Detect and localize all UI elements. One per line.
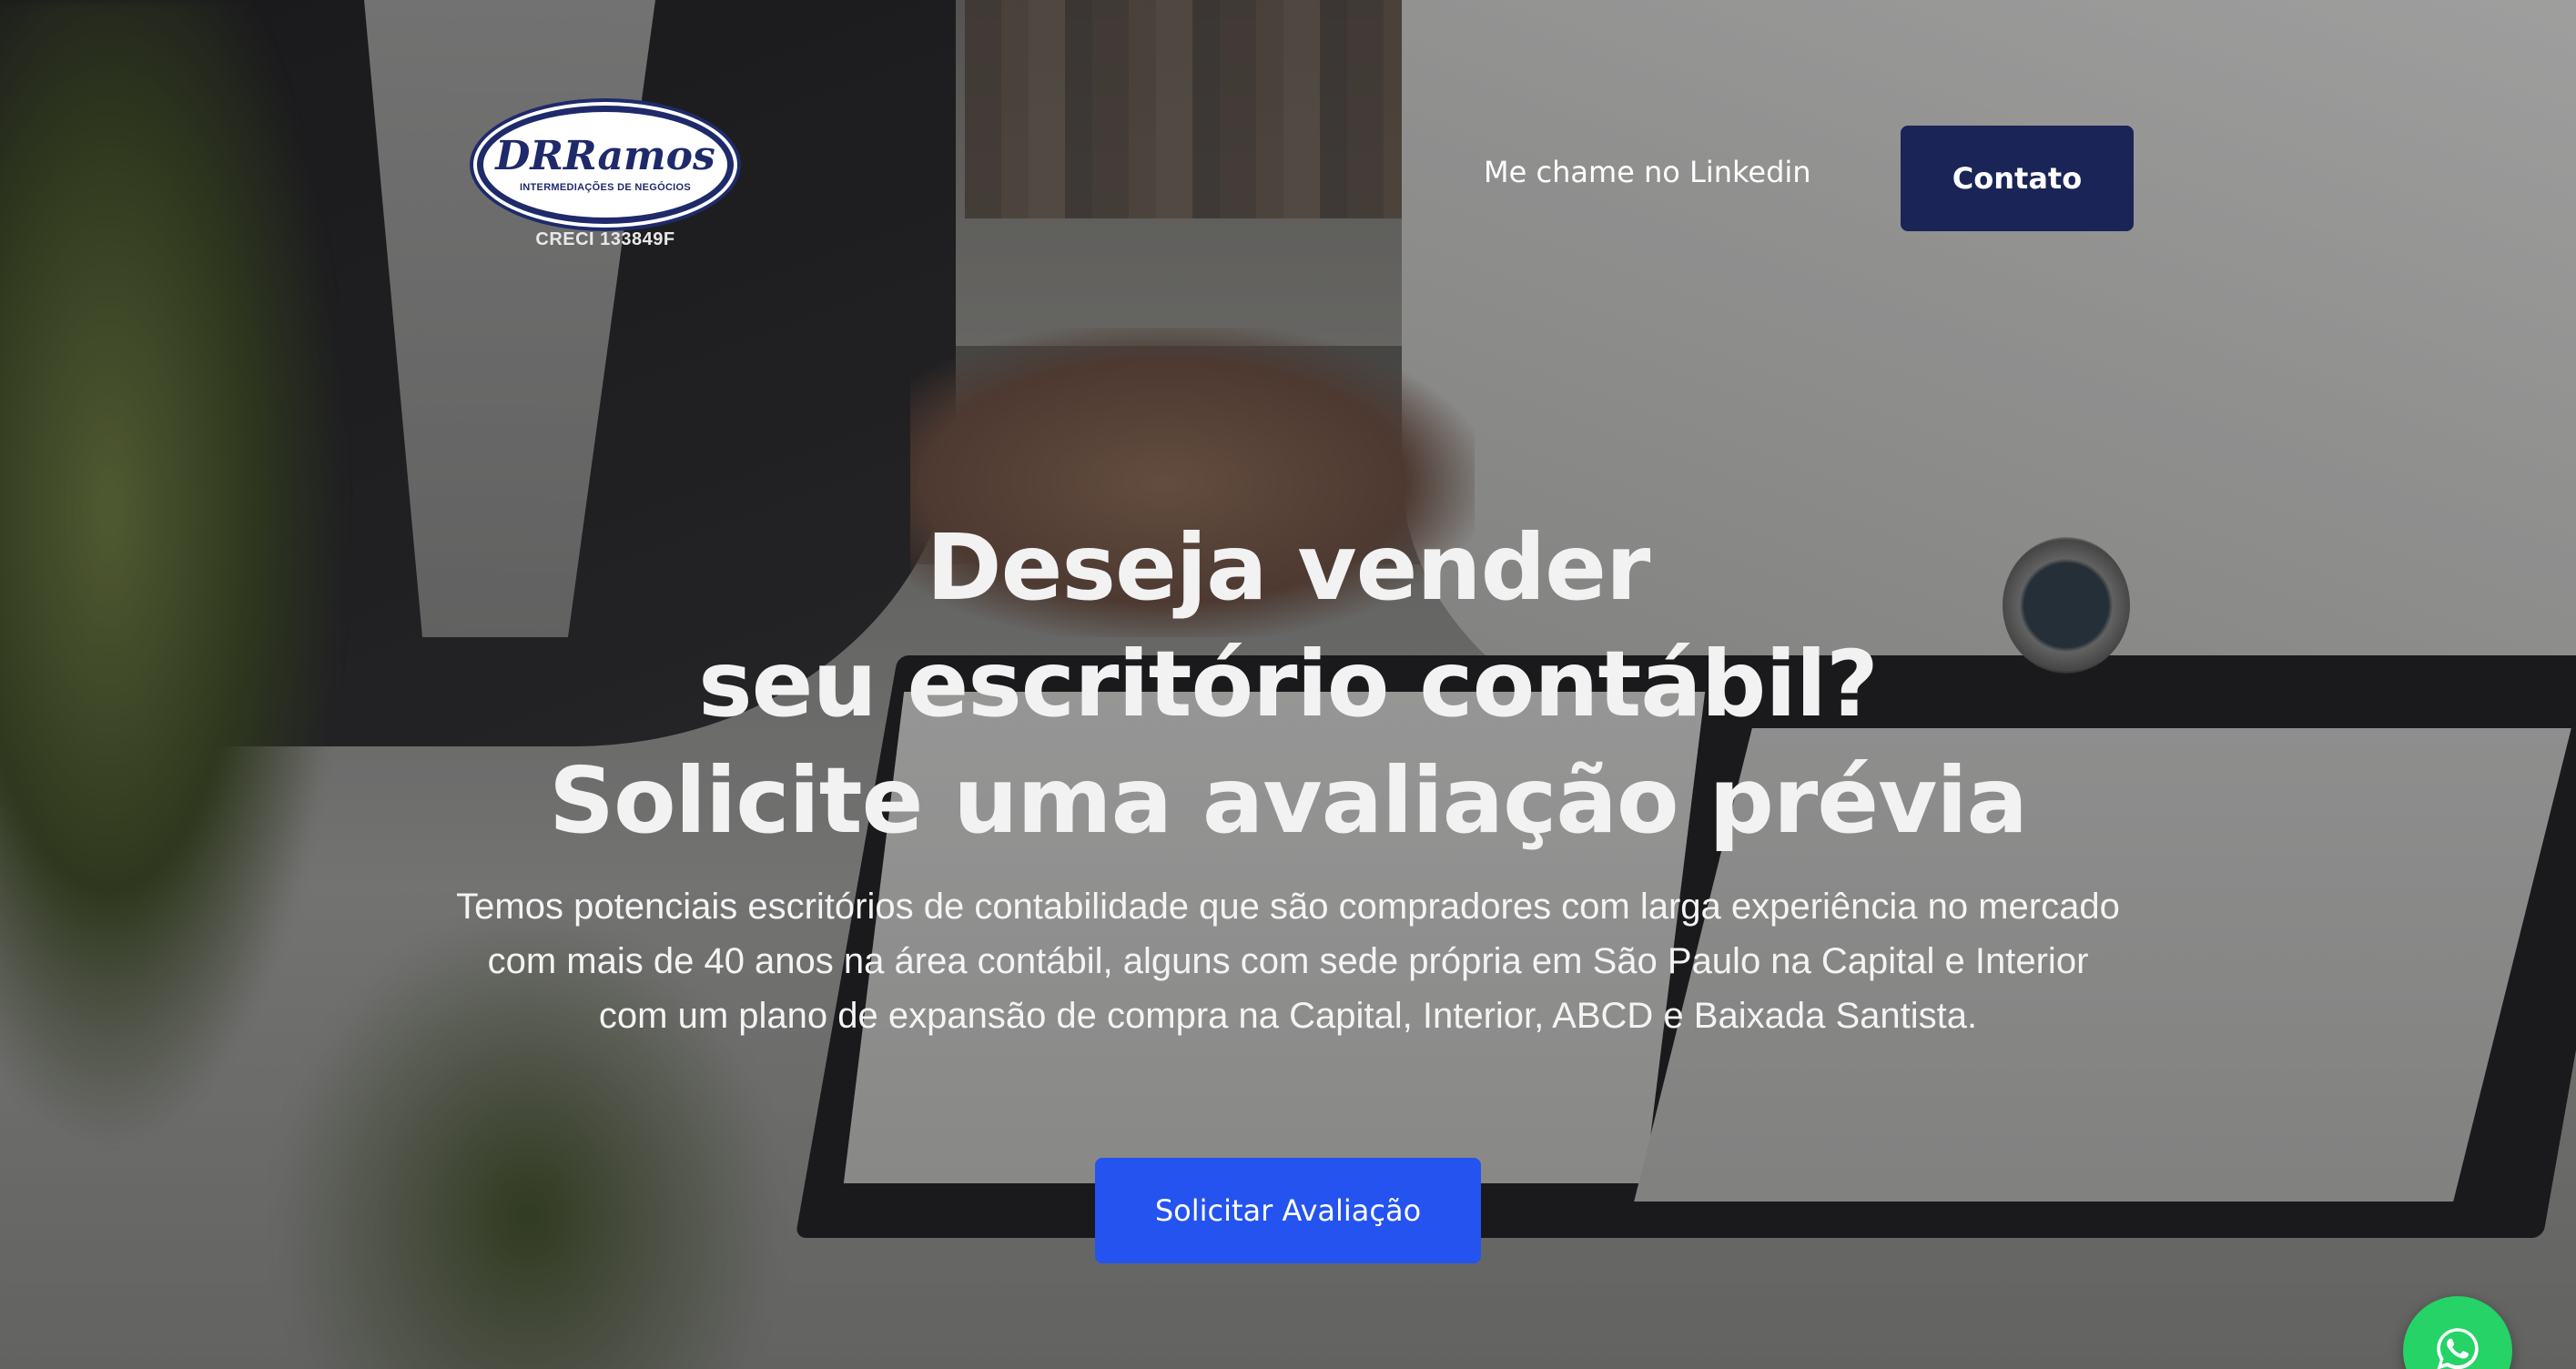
- site-header: DRRamos INTERMEDIAÇÕES DE NEGÓCIOS CRECI…: [0, 0, 2576, 273]
- hero-title: Deseja vender seu escritório contábil? S…: [364, 510, 2212, 859]
- logo-name: DRRamos: [495, 133, 715, 179]
- linkedin-link[interactable]: Me chame no Linkedin: [1484, 155, 1811, 189]
- hero-title-line: Solicite uma avaliação prévia: [548, 747, 2028, 854]
- logo-creci: CRECI 133849F: [535, 229, 675, 249]
- logo-subtitle: INTERMEDIAÇÕES DE NEGÓCIOS: [519, 182, 692, 193]
- hero-title-line: seu escritório contábil?: [698, 631, 1879, 737]
- hero-description: Temos potenciais escritórios de contabil…: [456, 887, 2120, 1036]
- hero-section: Deseja vender seu escritório contábil? S…: [364, 510, 2212, 1043]
- contact-button[interactable]: Contato: [1901, 126, 2134, 231]
- site-logo[interactable]: DRRamos INTERMEDIAÇÕES DE NEGÓCIOS CRECI…: [473, 102, 737, 257]
- request-evaluation-button[interactable]: Solicitar Avaliação: [1095, 1158, 1481, 1263]
- hero-title-line: Deseja vender: [926, 514, 1651, 621]
- logo-emblem: DRRamos INTERMEDIAÇÕES DE NEGÓCIOS: [477, 106, 734, 224]
- whatsapp-icon: [2437, 1328, 2479, 1369]
